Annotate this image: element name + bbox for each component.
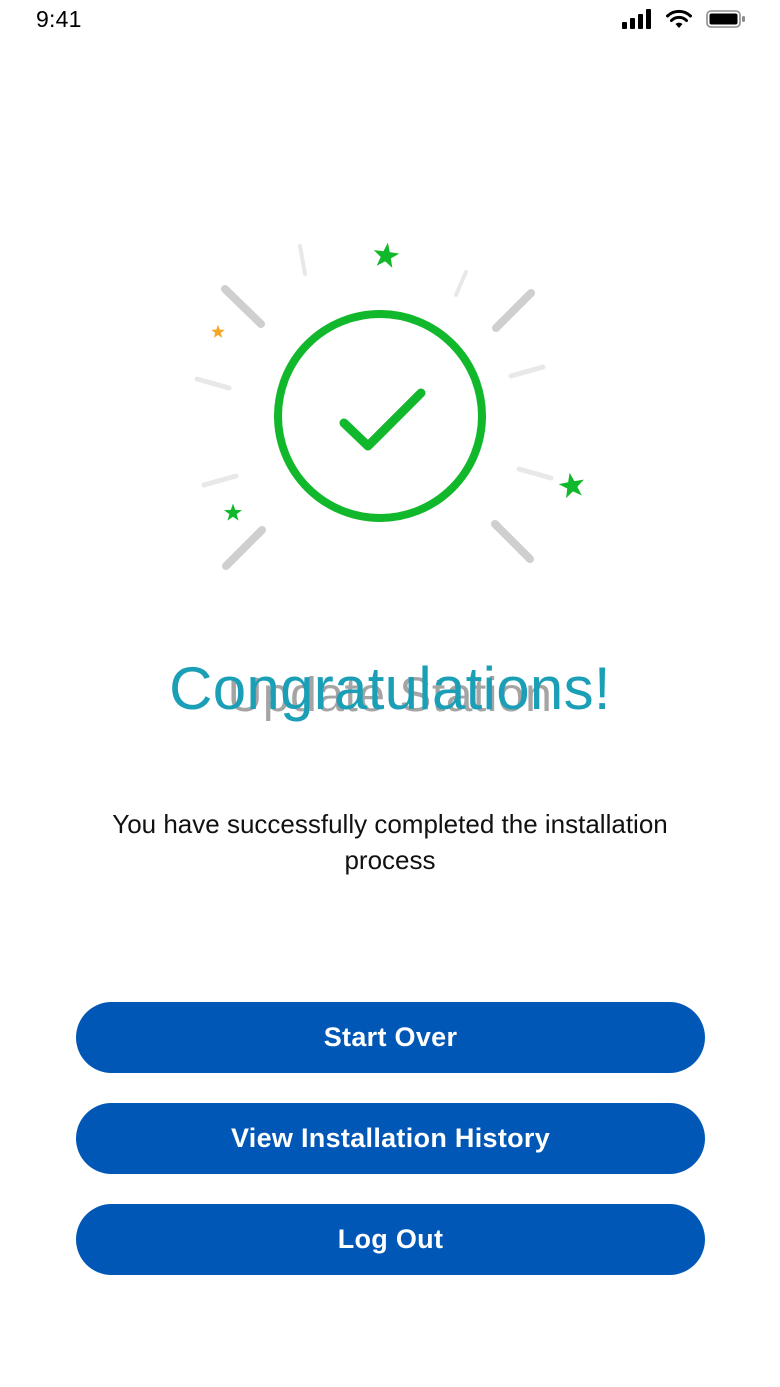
celebration-stars	[211, 242, 584, 521]
cellular-signal-icon	[622, 9, 651, 29]
green-star-icon	[223, 503, 243, 521]
status-bar: 9:41	[0, 0, 780, 40]
success-message: You have successfully completed the inst…	[112, 809, 668, 875]
wifi-icon	[666, 9, 692, 28]
view-installation-history-button[interactable]: View Installation History	[76, 1103, 705, 1174]
orange-star-icon	[211, 324, 225, 338]
status-time: 9:41	[36, 6, 82, 32]
status-icons	[622, 8, 746, 30]
log-out-button[interactable]: Log Out	[76, 1204, 705, 1275]
start-over-button[interactable]: Start Over	[76, 1002, 705, 1073]
success-checkmark-icon	[274, 310, 486, 522]
battery-icon	[706, 10, 745, 28]
green-star-icon	[373, 242, 400, 268]
green-star-icon	[558, 472, 584, 499]
page-title: Congratulations!	[169, 655, 611, 722]
heading: Update Station Congratulations!	[0, 654, 780, 734]
success-illustration	[194, 242, 584, 570]
